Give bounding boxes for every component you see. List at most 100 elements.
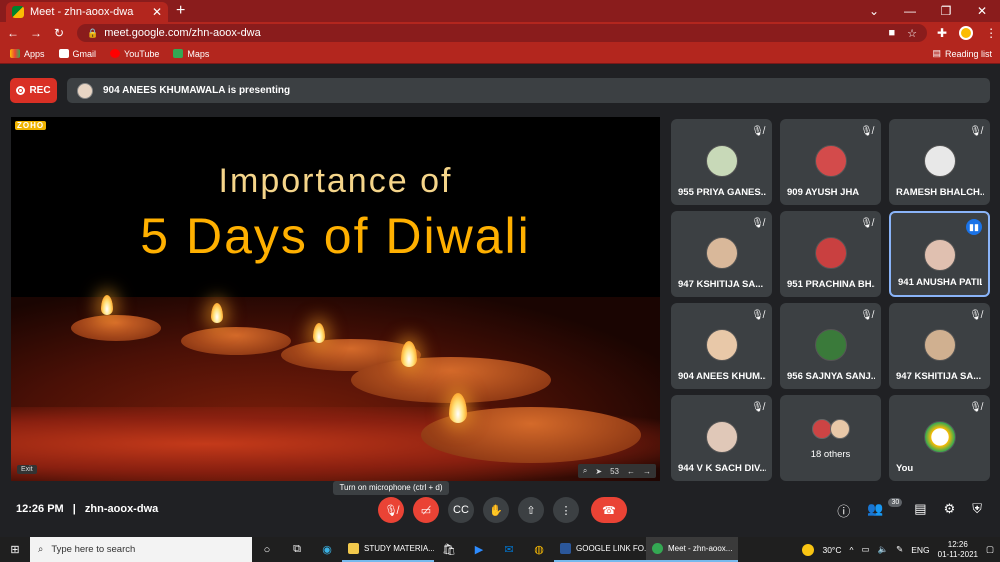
pen-icon[interactable]: ✎ [896,544,903,555]
volume-icon[interactable]: 🔈 [878,544,889,555]
slide-exit-button[interactable]: Exit [17,465,37,474]
tray-chevron-icon[interactable]: ^ [849,545,853,555]
mic-off-icon: 🎙︎̸ [860,218,873,229]
others-tile[interactable]: 18 others [780,395,881,481]
taskbar-search-input[interactable]: ⌕ Type here to search [30,537,252,562]
camera-in-use-icon[interactable]: ■ [888,27,895,40]
search-icon: ⌕ [38,544,44,555]
restore-icon[interactable]: ❐ [928,0,964,22]
bookmark-apps[interactable]: Apps [10,49,45,59]
bookmark-maps[interactable]: Maps [173,49,209,59]
leave-call-button[interactable]: ☎ [591,497,627,523]
participant-tile[interactable]: 🎙︎̸ 956 SAJNYA SANJ... [780,303,881,389]
avatar [923,145,956,177]
zoom-icon[interactable]: ⌕ [583,466,587,476]
bookmark-gmail[interactable]: Gmail [58,49,96,59]
taskbar-clock[interactable]: 12:26 01-11-2021 [938,540,978,560]
menu-kebab-icon[interactable]: ⋮ [985,26,997,40]
clock-date: 01-11-2021 [937,549,978,559]
participant-tile[interactable]: 🎙︎̸ 947 KSHITIJA SA... [889,303,990,389]
taskbar-app-chrome-meet[interactable]: Meet - zhn-aoox... [646,537,738,562]
participant-tile[interactable]: 🎙︎̸ 909 AYUSH JHA [780,119,881,205]
reload-icon[interactable]: ↻ [49,26,69,40]
self-tile[interactable]: 🎙︎̸ You [889,395,990,481]
browser-tab-meet[interactable]: Meet - zhn-aoox-dwa ✕ [6,2,168,22]
reading-list[interactable]: ▤ Reading list [932,48,992,59]
pointer-icon[interactable]: ➤ [595,467,602,476]
task-view-icon[interactable]: ⧉ [282,543,312,556]
activities-icon[interactable]: ⚙ [944,501,956,520]
weather-sun-icon[interactable] [802,543,815,556]
meeting-details-icon[interactable]: ⓘ [837,501,850,520]
participant-tile-active-speaker[interactable]: ▮▮ 941 ANUSHA PATIL [889,211,990,297]
mic-off-icon: 🎙︎̸ [751,218,764,229]
mic-toggle-button[interactable]: 🎙︎̸ [378,497,404,523]
zoom-level[interactable]: 53 [610,467,619,476]
participant-tile[interactable]: 🎙︎̸ 947 KSHITIJA SA... [671,211,772,297]
more-options-button[interactable]: ⋮ [553,497,579,523]
new-tab-button[interactable]: + [176,2,185,20]
present-screen-icon: ⇧ [526,504,536,517]
participant-tile[interactable]: 🎙︎̸ 951 PRACHINA BH... [780,211,881,297]
presenter-avatar [77,82,93,99]
zoom-app-icon[interactable]: ▶ [464,543,494,556]
participant-tile[interactable]: 🎙︎̸ 955 PRIYA GANES... [671,119,772,205]
slide-title-line1: Importance of [218,162,453,200]
weather-temp[interactable]: 30°C [822,545,841,555]
mic-tooltip: Turn on microphone (ctrl + d) [333,481,449,495]
battery-icon[interactable]: ▭ [861,544,869,555]
chevron-down-icon[interactable]: ⌄ [856,0,892,22]
windows-start-icon[interactable]: ⊞ [0,543,30,556]
participant-tile[interactable]: 🎙︎̸ 904 ANEES KHUM... [671,303,772,389]
cortana-icon[interactable]: ○ [252,544,282,556]
taskbar-app-explorer[interactable]: STUDY MATERIA... [342,537,434,562]
mic-off-icon: 🎙︎̸ [751,126,764,137]
language-indicator[interactable]: ENG [911,545,929,555]
close-window-icon[interactable]: ✕ [964,0,1000,22]
side-panel-controls: ⓘ 👥 30 ▤ ⚙ ⛨ [837,498,982,520]
minimize-icon[interactable]: — [892,0,928,22]
avatar [830,419,850,439]
browser-toolbar: ← → ↻ 🔒 meet.google.com/zhn-aoox-dwa ■ ☆… [0,22,1000,44]
address-bar[interactable]: 🔒 meet.google.com/zhn-aoox-dwa ■ ☆ [77,24,927,42]
recording-badge[interactable]: REC [10,78,57,103]
chrome-icon[interactable]: ◍ [524,543,554,556]
profile-avatar-icon[interactable] [959,26,974,40]
mic-off-icon: 🎙︎̸ [969,126,982,137]
participant-tile[interactable]: 🎙︎̸ RAMESH BHALCH... [889,119,990,205]
bookmark-star-icon[interactable]: ☆ [907,27,917,40]
participant-name: You [896,463,914,474]
forward-icon[interactable]: → [26,26,46,40]
store-icon[interactable]: 🛍 [434,543,464,556]
raise-hand-button[interactable]: ✋ [483,497,509,523]
chat-icon[interactable]: ▤ [914,501,926,520]
tab-title: Meet - zhn-aoox-dwa [30,6,134,18]
avatar [814,237,847,269]
present-button[interactable]: ⇧ [518,497,544,523]
lock-icon[interactable]: 🔒 [87,28,98,39]
extensions-icon[interactable]: ✚ [937,26,947,40]
avatar [705,329,738,361]
back-icon[interactable]: ← [3,26,23,40]
prev-slide-icon[interactable]: ← [627,467,635,476]
bookmarks-bar: Apps Gmail YouTube Maps ▤ Reading list [0,44,1000,64]
host-controls-icon[interactable]: ⛨ [972,501,982,520]
participants-count-badge: 30 [888,498,903,507]
participant-tile[interactable]: 🎙︎̸ 944 V K SACH DIV... [671,395,772,481]
notifications-icon[interactable]: ▢ [986,544,994,555]
people-icon[interactable]: 👥 30 [867,498,903,520]
taskbar-app-word[interactable]: GOOGLE LINK FO... [554,537,646,562]
participant-name: RAMESH BHALCH... [896,187,984,198]
next-slide-icon[interactable]: → [643,467,651,476]
edge-icon[interactable]: ◉ [312,543,342,556]
windows-taskbar: ⊞ ⌕ Type here to search ○ ⧉ ◉ STUDY MATE… [0,537,1000,562]
others-count: 18 others [810,449,851,460]
bookmark-youtube[interactable]: YouTube [110,49,159,59]
avatar [923,329,956,361]
captions-button[interactable]: CC [448,497,474,523]
camera-toggle-button[interactable]: ▭̸ [413,497,439,523]
gmail-icon [58,49,69,58]
more-vert-icon: ⋮ [560,504,572,517]
tab-close-icon[interactable]: ✕ [152,5,162,19]
mail-icon[interactable]: ✉ [494,543,524,556]
